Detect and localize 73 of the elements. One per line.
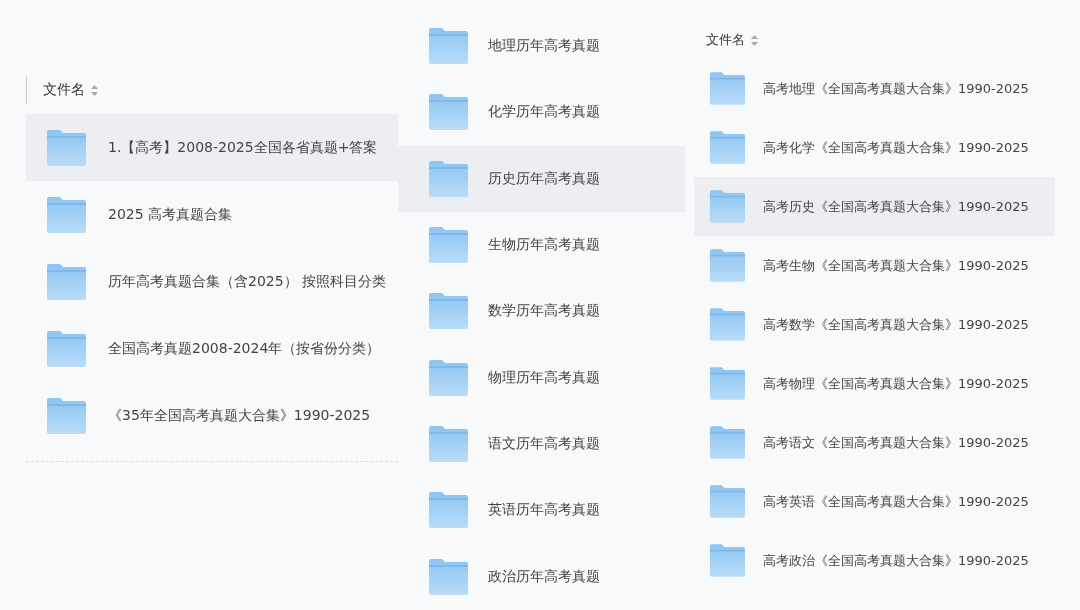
file-row[interactable]: 高考语文《全国高考真题大合集》1990-2025 bbox=[694, 413, 1055, 472]
folder-icon bbox=[709, 485, 745, 518]
file-row[interactable]: 高考政治《全国高考真题大合集》1990-2025 bbox=[694, 531, 1055, 590]
folder-name: 地理历年高考真题 bbox=[488, 37, 600, 56]
column-header[interactable]: 文件名 bbox=[706, 31, 745, 49]
file-row[interactable]: 生物历年高考真题 bbox=[398, 212, 685, 279]
folder-name: 《35年全国高考真题大合集》1990-2025 bbox=[108, 406, 371, 425]
folder-icon bbox=[709, 426, 745, 459]
folder-name: 物理历年高考真题 bbox=[488, 368, 600, 387]
file-row[interactable]: 高考历史《全国高考真题大合集》1990-2025 bbox=[694, 177, 1055, 236]
file-row[interactable]: 高考数学《全国高考真题大合集》1990-2025 bbox=[694, 295, 1055, 354]
folder-name: 化学历年高考真题 bbox=[488, 103, 600, 122]
folder-icon bbox=[428, 293, 468, 330]
folder-icon bbox=[428, 28, 468, 65]
folder-name: 英语历年高考真题 bbox=[488, 501, 600, 520]
file-row[interactable]: 《35年全国高考真题大合集》1990-2025 bbox=[26, 382, 398, 449]
folder-icon bbox=[46, 129, 86, 166]
folder-icon bbox=[46, 196, 86, 233]
folder-icon bbox=[428, 426, 468, 463]
folder-name: 生物历年高考真题 bbox=[488, 236, 600, 255]
folder-icon bbox=[709, 367, 745, 400]
folder-icon bbox=[709, 190, 745, 223]
file-row[interactable]: 政治历年高考真题 bbox=[398, 543, 685, 610]
folder-icon bbox=[709, 72, 745, 105]
folder-name: 政治历年高考真题 bbox=[488, 567, 600, 586]
sort-icon[interactable] bbox=[751, 34, 758, 46]
file-row[interactable]: 高考化学《全国高考真题大合集》1990-2025 bbox=[694, 118, 1055, 177]
sort-icon[interactable] bbox=[91, 84, 98, 96]
file-row[interactable]: 地理历年高考真题 bbox=[398, 13, 685, 80]
folder-icon bbox=[709, 308, 745, 341]
file-row[interactable]: 历史历年高考真题 bbox=[398, 145, 685, 212]
file-row[interactable]: 高考英语《全国高考真题大合集》1990-2025 bbox=[694, 472, 1055, 531]
folder-icon bbox=[709, 249, 745, 282]
file-row[interactable]: 语文历年高考真题 bbox=[398, 410, 685, 478]
folder-icon bbox=[709, 131, 745, 164]
folder-icon bbox=[428, 94, 468, 131]
folder-icon bbox=[428, 359, 468, 396]
folder-icon bbox=[46, 263, 86, 300]
folder-name: 高考语文《全国高考真题大合集》1990-2025 bbox=[763, 433, 1029, 452]
folder-icon bbox=[46, 397, 86, 434]
folder-name: 数学历年高考真题 bbox=[488, 302, 600, 321]
folder-name: 2025 高考真题合集 bbox=[108, 205, 233, 224]
file-row[interactable]: 数学历年高考真题 bbox=[398, 278, 685, 345]
folder-name: 历史历年高考真题 bbox=[488, 169, 600, 188]
folder-name: 高考历史《全国高考真题大合集》1990-2025 bbox=[763, 197, 1029, 216]
folder-name: 高考化学《全国高考真题大合集》1990-2025 bbox=[763, 138, 1029, 157]
file-row[interactable]: 英语历年高考真题 bbox=[398, 477, 685, 544]
folder-icon bbox=[428, 492, 468, 529]
file-row[interactable]: 物理历年高考真题 bbox=[398, 344, 685, 411]
folder-name: 高考物理《全国高考真题大合集》1990-2025 bbox=[763, 374, 1029, 393]
folder-icon bbox=[428, 160, 468, 197]
file-row[interactable]: 全国高考真题2008-2024年（按省份分类） bbox=[26, 315, 398, 382]
folder-name: 历年高考真题合集（含2025） 按照科目分类 bbox=[108, 272, 387, 291]
file-row[interactable]: 高考物理《全国高考真题大合集》1990-2025 bbox=[694, 354, 1055, 413]
column-header[interactable]: 文件名 bbox=[43, 81, 85, 99]
folder-name: 全国高考真题2008-2024年（按省份分类） bbox=[108, 339, 381, 358]
file-row[interactable]: 高考地理《全国高考真题大合集》1990-2025 bbox=[694, 59, 1055, 118]
folder-icon bbox=[428, 558, 468, 595]
folder-name: 语文历年高考真题 bbox=[488, 435, 600, 454]
file-row[interactable]: 化学历年高考真题 bbox=[398, 79, 685, 146]
folder-icon bbox=[428, 227, 468, 264]
folder-icon bbox=[46, 330, 86, 367]
file-row[interactable]: 2025 高考真题合集 bbox=[26, 181, 398, 248]
folder-name: 高考生物《全国高考真题大合集》1990-2025 bbox=[763, 256, 1029, 275]
file-row[interactable]: 1.【高考】2008-2025全国各省真题+答案 bbox=[26, 114, 398, 181]
folder-icon bbox=[709, 544, 745, 577]
file-row[interactable]: 高考生物《全国高考真题大合集》1990-2025 bbox=[694, 236, 1055, 295]
folder-name: 高考英语《全国高考真题大合集》1990-2025 bbox=[763, 492, 1029, 511]
folder-name: 高考地理《全国高考真题大合集》1990-2025 bbox=[763, 79, 1029, 98]
file-row[interactable]: 历年高考真题合集（含2025） 按照科目分类 bbox=[26, 248, 398, 315]
folder-name: 高考政治《全国高考真题大合集》1990-2025 bbox=[763, 551, 1029, 570]
folder-name: 1.【高考】2008-2025全国各省真题+答案 bbox=[108, 138, 378, 157]
folder-name: 高考数学《全国高考真题大合集》1990-2025 bbox=[763, 315, 1029, 334]
